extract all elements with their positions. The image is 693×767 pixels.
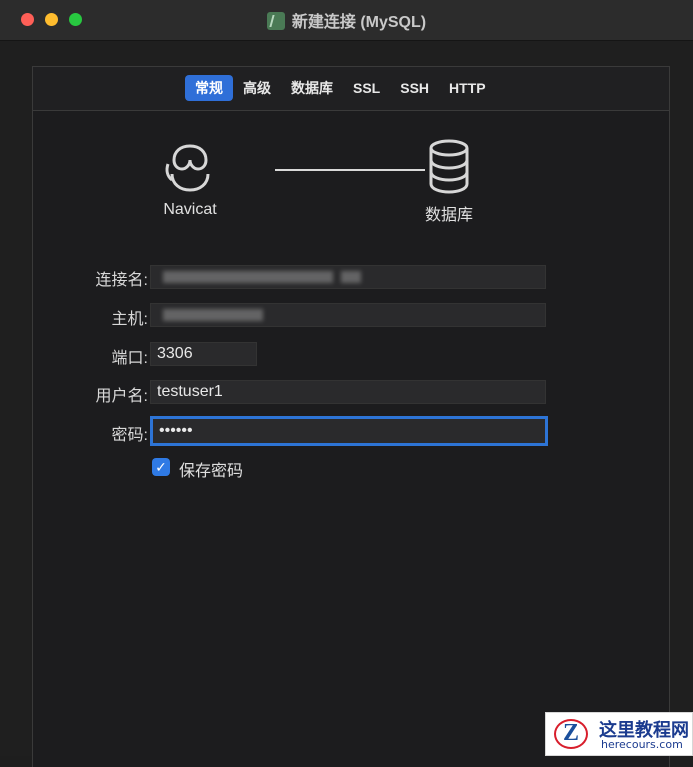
username-field[interactable]: testuser1 xyxy=(150,380,546,404)
database-label: 数据库 xyxy=(424,207,473,224)
database-icon xyxy=(429,139,469,194)
window-title: 新建连接 (MySQL) xyxy=(291,14,427,31)
connection-line xyxy=(275,169,425,171)
watermark-subtitle: herecours.com xyxy=(601,738,683,751)
host-field[interactable] xyxy=(150,303,546,327)
save-password-label: 保存密码 xyxy=(179,463,244,480)
tab-general[interactable]: 常规 xyxy=(185,75,233,101)
tab-database[interactable]: 数据库 xyxy=(281,75,343,101)
save-password-checkbox[interactable]: ✓ xyxy=(152,458,170,476)
username-label: 用户名: xyxy=(95,388,148,405)
connection-window: 新建连接 (MySQL) 常规 高级 数据库 SSL SSH HTTP Navi… xyxy=(0,0,693,767)
tab-ssh[interactable]: SSH xyxy=(390,75,439,101)
host-label: 主机: xyxy=(111,311,148,328)
watermark: Z 这里教程网 herecours.com xyxy=(545,712,693,756)
tab-bar: 常规 高级 数据库 SSL SSH HTTP xyxy=(33,67,669,111)
database-node: 数据库 xyxy=(414,138,484,225)
connection-name-field[interactable] xyxy=(150,265,546,289)
navicat-logo-icon xyxy=(165,144,210,192)
window-title-wrap: 新建连接 (MySQL) xyxy=(0,8,693,32)
password-field[interactable]: •••••• xyxy=(150,416,548,446)
redacted-text xyxy=(341,271,361,283)
watermark-logo: Z xyxy=(554,719,588,749)
navicat-label: Navicat xyxy=(163,201,217,218)
port-label: 端口: xyxy=(111,350,148,367)
port-field[interactable]: 3306 xyxy=(150,342,257,366)
redacted-text xyxy=(163,309,263,321)
connection-name-label: 连接名: xyxy=(95,272,148,289)
password-label: 密码: xyxy=(111,427,148,444)
title-bar: 新建连接 (MySQL) xyxy=(0,0,693,41)
navicat-node: Navicat xyxy=(155,140,225,219)
tab-http[interactable]: HTTP xyxy=(439,75,496,101)
navicat-app-icon xyxy=(266,12,285,30)
tab-advanced[interactable]: 高级 xyxy=(233,75,281,101)
redacted-text xyxy=(163,271,333,283)
tab-ssl[interactable]: SSL xyxy=(343,75,390,101)
